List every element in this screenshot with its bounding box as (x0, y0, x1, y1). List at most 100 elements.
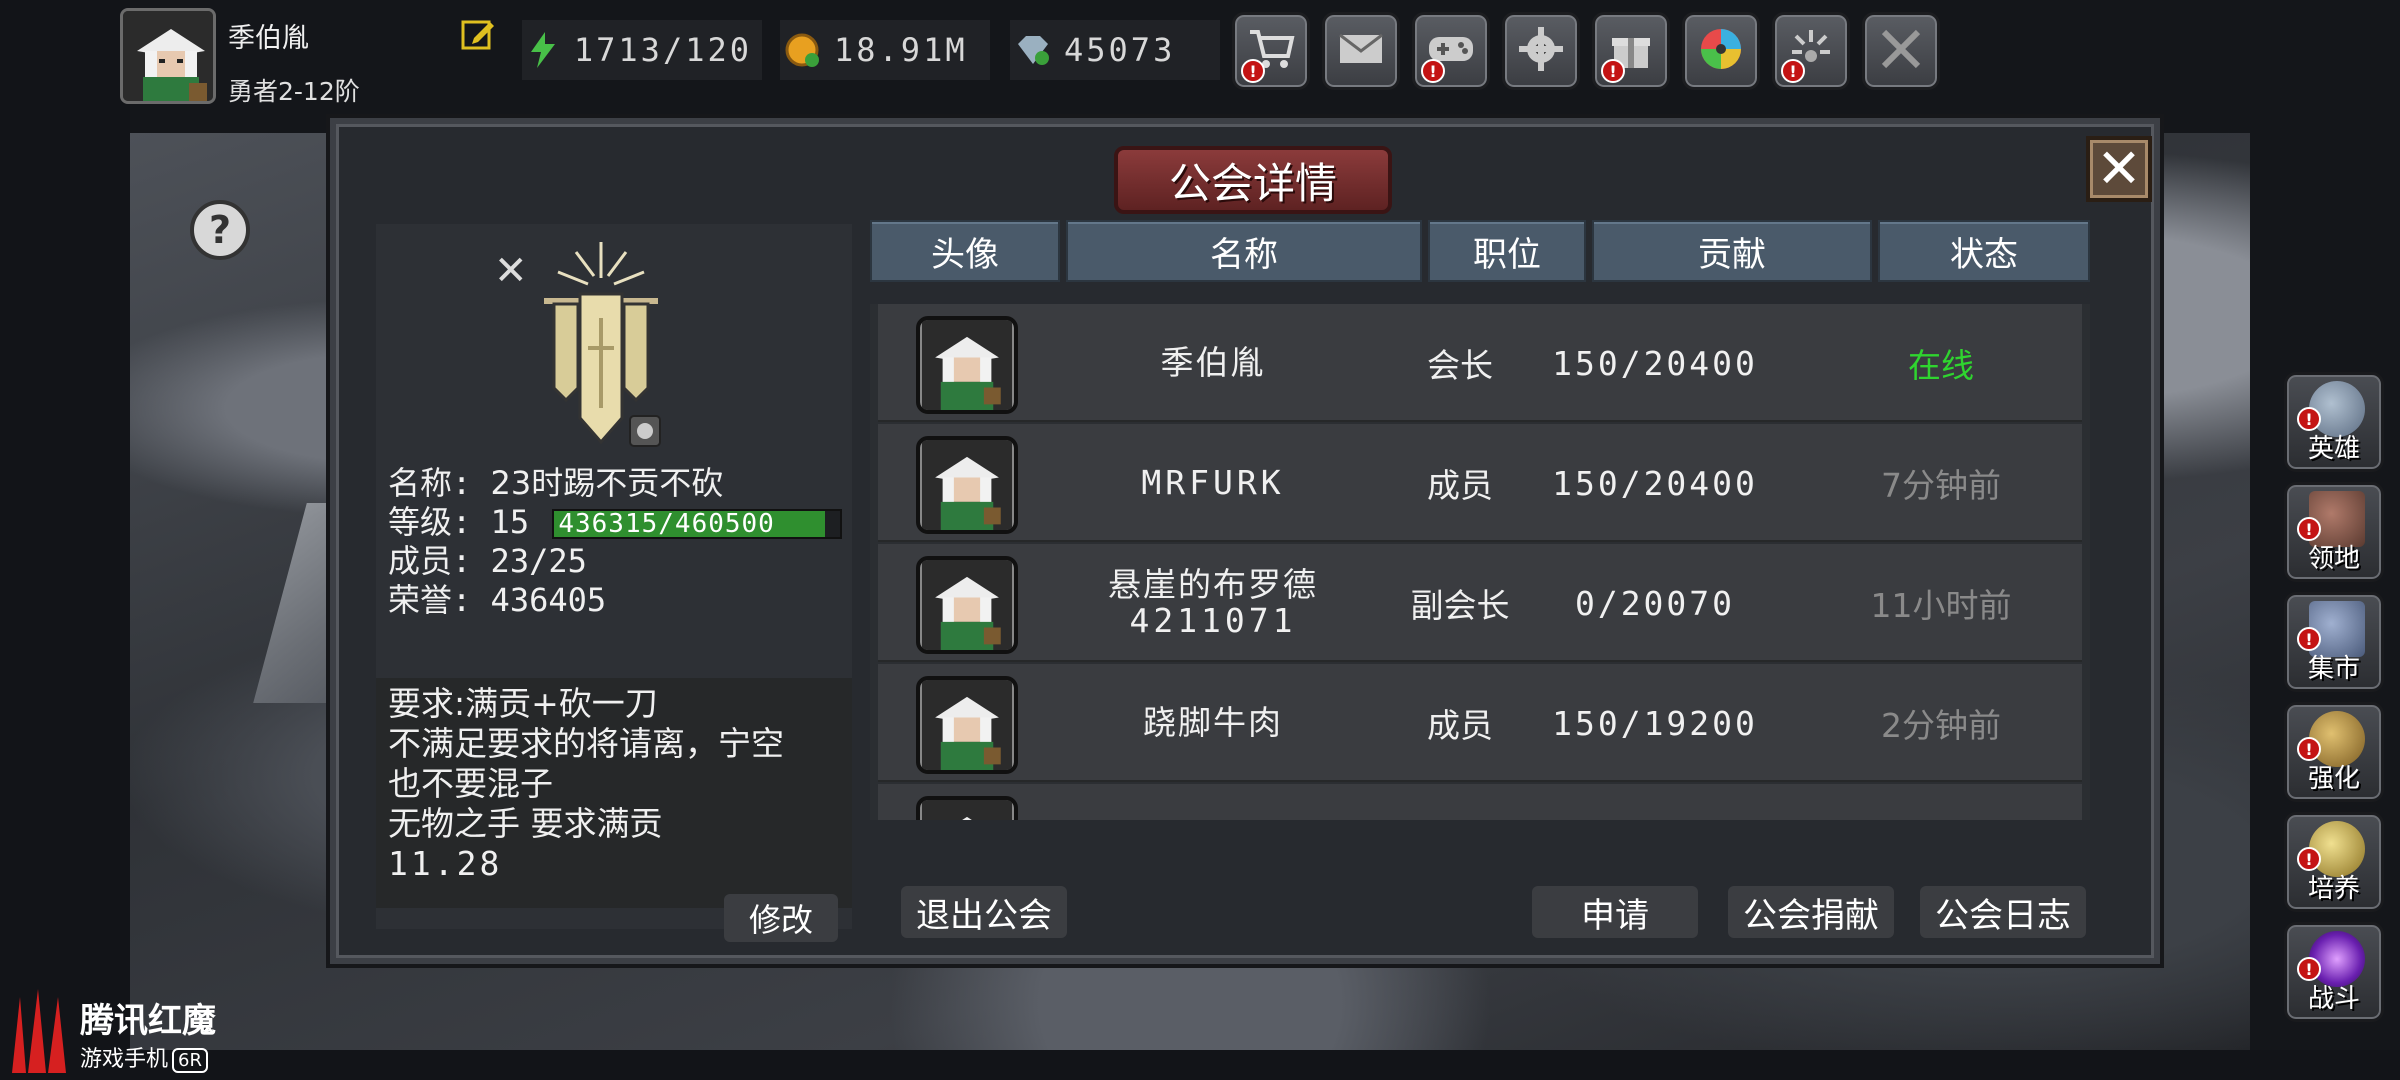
lightning-icon (522, 28, 564, 72)
guild-name-label: 名称: (388, 464, 472, 502)
guild-banner-emblem (536, 238, 666, 448)
diamond-value: 45073 (1064, 31, 1176, 69)
member-status: 在线 (1908, 346, 1974, 385)
table-row[interactable]: 季伯胤 会长 150/20400 在线 (878, 304, 2082, 422)
side-item-battle[interactable]: ! 战斗 (2284, 922, 2384, 1022)
guild-members-row: 成员: 23/25 (388, 542, 848, 581)
member-contribution: 150/19200 (1552, 703, 1758, 743)
diamond-icon (1010, 28, 1054, 72)
member-name: MRFURK (1048, 424, 1378, 542)
member-avatar[interactable] (916, 676, 1018, 774)
members-table[interactable]: 季伯胤 会长 150/20400 在线 MRFURK 成员 150/20400 … (870, 304, 2090, 820)
mail-button[interactable] (1322, 12, 1400, 90)
description-line: 也不要混子 (388, 764, 553, 803)
watermark-subtitle: 游戏手机 6R (80, 1041, 208, 1073)
member-name-text: MRFURK (1141, 463, 1285, 502)
energy-value: 1713/120 (573, 31, 752, 69)
guild-level-row: 等级: 15 436315/460500 (388, 503, 848, 542)
side-item-label: 英雄 (2307, 434, 2360, 464)
alert-badge: ! (1241, 59, 1265, 83)
gold-counter: 18.91M (780, 20, 990, 80)
apply-button[interactable]: 申请 (1532, 886, 1698, 938)
gold-value: 18.91M (834, 31, 968, 69)
member-role: 会长 (1427, 346, 1493, 385)
member-avatar[interactable] (916, 436, 1018, 534)
header-role: 职位 (1428, 220, 1586, 282)
left-border (0, 0, 130, 1080)
header-avatar: 头像 (870, 220, 1060, 282)
member-role: 成员 (1427, 466, 1493, 505)
guild-level-label: 等级: (388, 503, 472, 541)
guild-name-row: 名称: 23时踢不贡不砍 (388, 464, 848, 503)
fireworks-button[interactable]: ! (1772, 12, 1850, 90)
member-contribution: 0/20070 (1574, 583, 1736, 623)
shop-button[interactable]: ! (1232, 12, 1310, 90)
table-row[interactable]: 跷脚牛肉 成员 150/19200 2分钟前 (878, 664, 2082, 782)
table-row[interactable]: MRFURK 成员 150/20400 7分钟前 (878, 424, 2082, 542)
dialog-title: 公会详情 (1168, 158, 1337, 208)
member-name-text: 悬崖的布罗德 (1108, 565, 1318, 604)
member-avatar[interactable] (916, 796, 1018, 820)
table-row[interactable] (878, 784, 2082, 820)
table-row[interactable]: 悬崖的布罗德 4211071 副会长 0/20070 11小时前 (878, 544, 2082, 662)
modify-button[interactable]: 修改 (724, 894, 838, 942)
guild-stats: 名称: 23时踢不贡不砍 等级: 15 436315/460500 成员: 23… (388, 464, 848, 620)
gold-coin-icon (780, 28, 824, 72)
battle-button[interactable] (1862, 12, 1940, 90)
side-item-territory[interactable]: ! 领地 (2284, 482, 2384, 582)
header-contribution: 贡献 (1592, 220, 1872, 282)
events-button[interactable]: ! (1412, 12, 1490, 90)
guild-level: 15 (490, 503, 530, 541)
device-watermark: 腾讯红魔 游戏手机 6R (0, 985, 240, 1080)
watermark-title: 腾讯红魔 (80, 1001, 216, 1041)
guild-name: 23时踢不贡不砍 (490, 464, 724, 502)
alert-badge: ! (1421, 59, 1445, 83)
members-table-header: 头像 名称 职位 贡献 状态 (870, 220, 2090, 282)
side-menu: ! 英雄 ! 领地 ! 集市 ! 强化 ! 培养 ! 战斗 (2284, 372, 2384, 1032)
member-name: 悬崖的布罗德 4211071 (1048, 544, 1378, 662)
guild-honor-label: 荣誉: (388, 581, 472, 619)
side-item-label: 培养 (2307, 874, 2360, 904)
close-button[interactable]: ✕ (2086, 136, 2152, 202)
alert-badge: ! (1601, 59, 1625, 83)
side-item-cultivate[interactable]: ! 培养 (2284, 812, 2384, 912)
lottery-button[interactable] (1682, 12, 1760, 90)
header-name: 名称 (1066, 220, 1422, 282)
gift-button[interactable]: ! (1592, 12, 1670, 90)
player-name: 季伯胤 (228, 23, 309, 54)
guild-members: 23/25 (490, 542, 587, 580)
diamond-counter: 45073 (1010, 20, 1220, 80)
red-magic-logo-icon (12, 989, 66, 1073)
guild-donate-button[interactable]: 公会捐献 (1728, 886, 1894, 938)
quit-guild-button[interactable]: 退出公会 (901, 886, 1067, 938)
gear-icon (1517, 25, 1565, 77)
energy-counter: 1713/120 (522, 20, 762, 80)
guild-info-panel: ✕ 名称: 23时踢不贡不砍 等级: 15 436315/460500 成员: … (376, 224, 852, 929)
side-item-label: 强化 (2307, 764, 2360, 794)
member-name-id: 4211071 (1129, 601, 1297, 640)
guild-xp-bar: 436315/460500 (552, 509, 843, 539)
close-icon[interactable]: ✕ (494, 248, 528, 294)
guild-honor-row: 荣誉: 436405 (388, 581, 848, 620)
description-line: 11.28 (388, 844, 503, 883)
side-item-market[interactable]: ! 集市 (2284, 592, 2384, 692)
guild-log-button[interactable]: 公会日志 (1920, 886, 2086, 938)
header-status: 状态 (1878, 220, 2090, 282)
description-line: 不满足要求的将请离，宁空 (388, 724, 784, 763)
help-icon[interactable]: ? (190, 200, 250, 260)
side-item-label: 集市 (2307, 654, 2360, 684)
member-avatar[interactable] (916, 316, 1018, 414)
watermark-subtitle-text: 游戏手机 (80, 1047, 169, 1072)
member-avatar[interactable] (916, 556, 1018, 654)
member-name-text: 跷脚牛肉 (1143, 703, 1283, 742)
player-avatar[interactable] (120, 8, 216, 104)
top-hud: 季伯胤 勇者2-12阶 1713/120 18.91M 45073 ! ! ! (0, 0, 2400, 110)
side-item-hero[interactable]: ! 英雄 (2284, 372, 2384, 472)
member-contribution: 150/20400 (1552, 463, 1758, 503)
side-item-enhance[interactable]: ! 强化 (2284, 702, 2384, 802)
member-status: 11小时前 (1870, 586, 2012, 625)
settings-button[interactable] (1502, 12, 1580, 90)
edit-profile-icon[interactable] (460, 16, 496, 52)
alert-badge: ! (1781, 59, 1805, 83)
guild-details-dialog: 公会详情 ✕ ✕ 名称: 23时踢不贡不砍 等级: 15 436315/4605… (330, 118, 2160, 964)
